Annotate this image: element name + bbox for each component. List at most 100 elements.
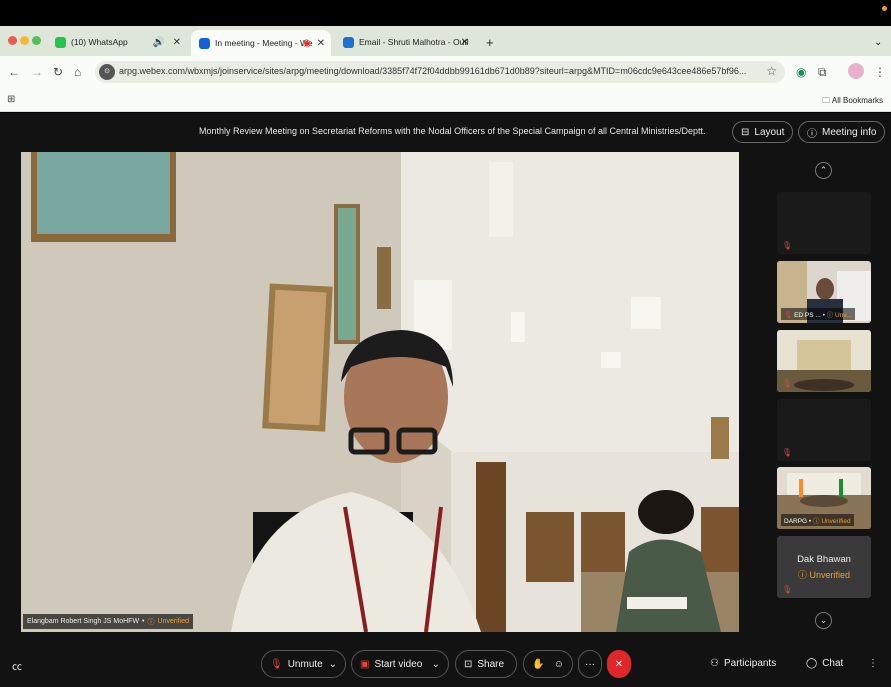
bookmarks-label: All Bookmarks xyxy=(831,96,883,105)
back-icon[interactable]: ← xyxy=(8,65,20,79)
participant-label: DARPG • ⓘ Unverified xyxy=(781,514,854,526)
forward-icon[interactable]: → xyxy=(31,65,43,79)
participant-name: Dak Bhawan xyxy=(797,554,851,565)
whatsapp-icon xyxy=(55,36,66,48)
chat-icon: ◯ xyxy=(806,658,818,669)
muted-mic-icon: 🎙 xyxy=(782,448,793,457)
more-icon: ··· xyxy=(585,658,595,670)
tab-outlook[interactable]: Email - Shruti Malhotra - Outl ✕ xyxy=(335,30,475,54)
new-tab-button[interactable]: + xyxy=(478,30,502,54)
participants-label: Participants xyxy=(723,658,777,669)
muted-mic-icon: 🎙 xyxy=(782,241,793,250)
meeting-info-label: Meeting info xyxy=(822,126,877,138)
share-button[interactable]: ⊡ Share xyxy=(455,650,517,678)
site-info-icon[interactable]: ⊙ xyxy=(99,64,115,80)
maximize-window-button[interactable] xyxy=(32,36,41,45)
audio-icon: 🔊 xyxy=(152,36,165,48)
participant-tile[interactable]: DARPG • ⓘ Unverified xyxy=(777,467,871,529)
unverified-label: Unverified xyxy=(157,618,190,625)
recording-icon: ◉ xyxy=(302,37,311,49)
apps-grid-icon[interactable]: ⊞ xyxy=(7,94,15,105)
captions-icon[interactable]: ㏄ xyxy=(12,658,22,673)
unmute-button[interactable]: 🎙 Unmute ⌄ xyxy=(261,650,346,678)
minimize-window-button[interactable] xyxy=(20,36,29,45)
emoji-icon[interactable]: ☺ xyxy=(554,659,564,670)
extension-icon[interactable]: ◉ xyxy=(796,65,806,79)
chevron-down-icon[interactable]: ⌄ xyxy=(329,659,337,670)
separator-dot: • xyxy=(142,618,145,625)
participant-name: DARPG xyxy=(784,518,808,525)
unverified-label: Unv... xyxy=(835,312,852,319)
home-icon[interactable]: ⌂ xyxy=(74,65,81,79)
speaker-name: Elangbam Robert Singh JS MoHFW xyxy=(27,618,140,625)
muted-mic-icon: 🎙 xyxy=(782,585,793,594)
participant-tile[interactable]: 🎙 xyxy=(777,192,871,254)
tab-whatsapp[interactable]: (10) WhatsApp 🔊 ✕ xyxy=(47,30,187,54)
profile-avatar[interactable] xyxy=(848,63,864,79)
unverified-label: ⓘ Unverified xyxy=(797,570,851,580)
chat-button[interactable]: ◯ Chat xyxy=(806,658,843,669)
chevron-down-icon[interactable]: ⌄ xyxy=(432,659,440,670)
webex-icon xyxy=(199,37,210,49)
end-call-button[interactable]: ✕ xyxy=(607,650,631,678)
participant-tile[interactable]: 🎙 xyxy=(777,330,871,392)
start-video-button[interactable]: ▣ Start video ⌄ xyxy=(351,650,449,678)
participant-label: 🎙 ED PS ... • ⓘ Unv... xyxy=(781,308,855,320)
outlook-icon xyxy=(343,36,354,48)
muted-mic-icon: 🎙 xyxy=(270,658,283,670)
close-window-button[interactable] xyxy=(8,36,17,45)
close-icon[interactable]: ✕ xyxy=(461,37,469,48)
participant-tile[interactable]: 🎙 ED PS ... • ⓘ Unv... xyxy=(777,261,871,323)
url-text: arpg.webex.com/wbxmjs/joinservice/sites/… xyxy=(119,66,747,76)
close-icon[interactable]: ✕ xyxy=(173,37,181,48)
speaker-name-badge: Elangbam Robert Singh JS MoHFW • ⓘ Unver… xyxy=(23,614,194,629)
unverified-icon: ⓘ xyxy=(147,618,155,626)
participants-button[interactable]: ⚇ Participants xyxy=(710,658,776,669)
video-off-icon: ▣ xyxy=(360,658,370,670)
layout-icon: ⊟ xyxy=(741,126,750,138)
address-bar[interactable]: ⊙ arpg.webex.com/wbxmjs/joinservice/site… xyxy=(95,61,785,83)
participant-name: ED PS ... xyxy=(794,312,821,319)
extensions-puzzle-icon[interactable]: ⧉ xyxy=(818,65,827,80)
unverified-text: Unverified xyxy=(809,570,851,580)
more-panels-button[interactable]: ⋮ xyxy=(868,658,878,669)
participants-icon: ⚇ xyxy=(710,658,719,669)
raise-hand-icon[interactable]: ✋ xyxy=(532,659,544,670)
close-icon: ✕ xyxy=(614,658,624,670)
meeting-info-button[interactable]: ⓘ Meeting info xyxy=(798,121,886,143)
scroll-down-button[interactable]: ⌄ xyxy=(815,612,832,629)
participant-tile[interactable]: Dak Bhawan ⓘ Unverified 🎙 xyxy=(777,536,871,598)
speaker-video-frame xyxy=(21,152,739,632)
share-label: Share xyxy=(477,658,505,670)
tab-label: (10) WhatsApp xyxy=(71,37,128,47)
bookmarks-bar: ⊞ 🗀 All Bookmarks xyxy=(0,88,891,112)
all-bookmarks[interactable]: 🗀 All Bookmarks xyxy=(822,95,883,109)
status-dot xyxy=(882,6,887,11)
muted-mic-icon: 🎙 xyxy=(784,312,793,319)
tab-label: In meeting - Meeting - We xyxy=(215,38,313,48)
close-icon[interactable]: ✕ xyxy=(317,38,325,49)
unverified-label: Unverified xyxy=(821,518,851,525)
kebab-icon: ⋮ xyxy=(868,658,878,669)
os-top-bar xyxy=(0,0,891,26)
unverified-icon: ⓘ xyxy=(826,312,834,319)
muted-mic-icon: 🎙 xyxy=(782,379,793,388)
layout-label: Layout xyxy=(754,126,785,138)
tab-webex-meeting[interactable]: In meeting - Meeting - We ◉ ✕ xyxy=(191,30,331,56)
info-icon: ⓘ xyxy=(807,128,817,140)
active-speaker-video xyxy=(21,152,739,632)
chat-label: Chat xyxy=(822,658,844,669)
unmute-label: Unmute xyxy=(287,658,323,670)
scroll-up-button[interactable]: ⌃ xyxy=(815,162,832,179)
more-options-button[interactable]: ··· xyxy=(578,650,602,678)
bookmark-star-icon[interactable]: ☆ xyxy=(766,64,777,78)
share-icon: ⊡ xyxy=(464,658,473,670)
reload-icon[interactable]: ↻ xyxy=(53,65,63,79)
unverified-icon: ⓘ xyxy=(813,518,820,525)
tab-label: Email - Shruti Malhotra - Outl xyxy=(359,37,469,47)
menu-kebab-icon[interactable]: ⋮ xyxy=(874,65,886,79)
participant-tile[interactable]: 🎙 xyxy=(777,399,871,461)
tab-search-icon[interactable]: ⌄ xyxy=(866,30,890,54)
layout-button[interactable]: ⊟ Layout xyxy=(732,121,794,143)
reactions-button[interactable]: ✋ ☺ xyxy=(523,650,573,678)
